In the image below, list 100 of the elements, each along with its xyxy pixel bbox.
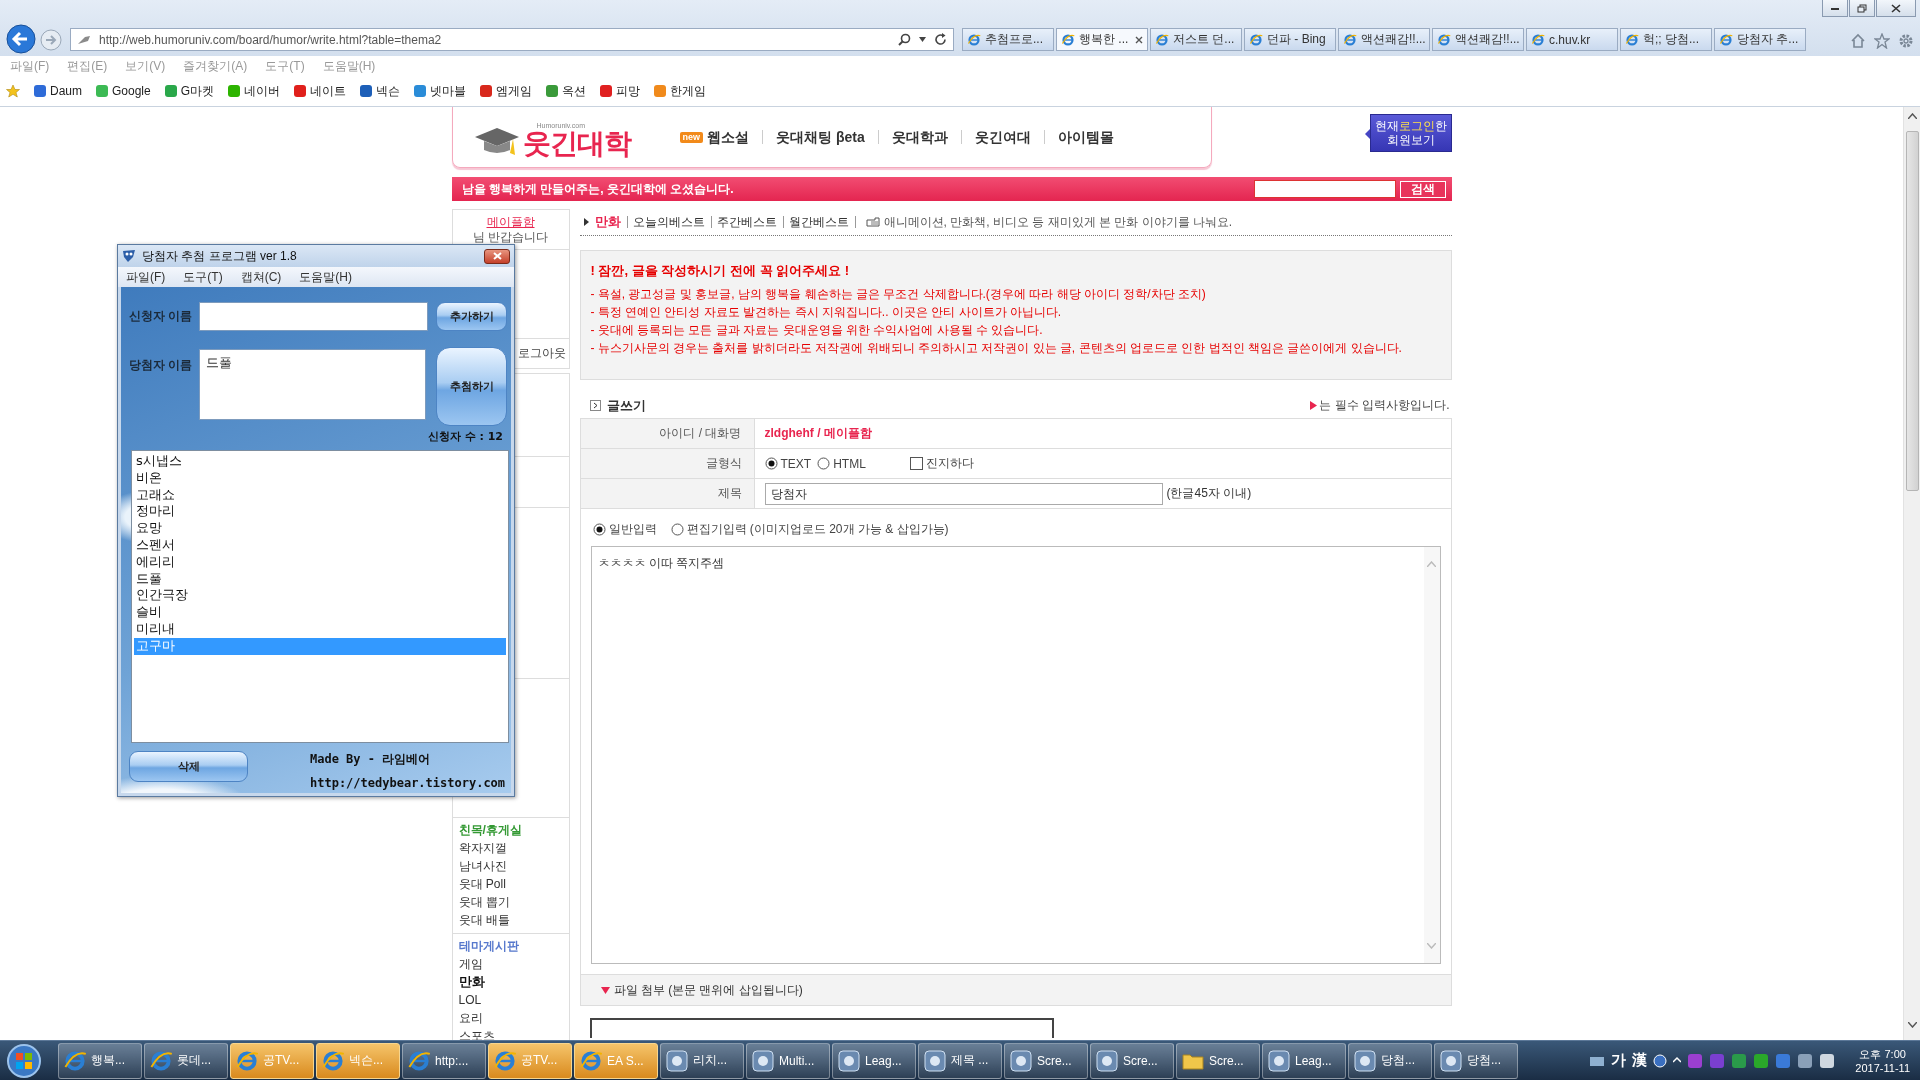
list-item[interactable]: 미리내 [134, 620, 506, 638]
browser-tab[interactable]: 행복한 ... [1056, 28, 1148, 51]
applicant-name-field[interactable] [199, 302, 429, 331]
nav-link[interactable]: new 웹소설 [666, 130, 762, 144]
nav-link[interactable]: 웃대학과 [877, 130, 961, 144]
browser-tab[interactable]: 저스트 던... [1150, 28, 1242, 51]
radio-button[interactable] [817, 457, 831, 470]
taskbar-button[interactable]: Scre... [1004, 1042, 1088, 1079]
tray-icon[interactable] [1819, 1052, 1836, 1069]
taskbar-button[interactable]: 행복... [58, 1042, 142, 1079]
taskbar-button[interactable]: Leag... [1262, 1042, 1346, 1079]
list-item[interactable]: 슬비 [134, 604, 506, 621]
taskbar-button[interactable]: http:... [402, 1042, 486, 1079]
favorite-link[interactable]: G마켓 [164, 82, 215, 100]
settings-icon[interactable] [1898, 33, 1914, 49]
scroll-up-icon[interactable] [1907, 113, 1917, 119]
dropdown-icon[interactable] [919, 37, 926, 42]
list-item[interactable]: 인간극장 [134, 587, 506, 605]
tray-icon[interactable] [1753, 1052, 1770, 1069]
list-item[interactable]: 드풀 [134, 570, 506, 588]
winner-name-field[interactable]: 드풀 [199, 349, 427, 420]
list-item[interactable]: 요망 [134, 520, 506, 537]
applicant-list[interactable]: s시냅스 비온 고래쇼 정마리 요망 스펜서 에리리 드풀 인간극장 슬비 미리내 고구마 [131, 450, 509, 743]
home-icon[interactable] [1850, 33, 1866, 49]
best-link[interactable]: 월간베스트 [782, 216, 849, 228]
sidebar-link[interactable]: 웃대 뽑기 [458, 893, 569, 911]
favorites-star-icon[interactable] [6, 84, 20, 98]
favorite-link[interactable]: 넷마블 [414, 82, 467, 100]
favorite-link[interactable]: Google [96, 84, 151, 98]
title-field[interactable]: 당첨자 [764, 482, 1163, 505]
search-icon[interactable] [898, 33, 911, 46]
menu-item[interactable]: 도움말(H) [299, 268, 352, 286]
sidebar-link[interactable]: LOL [458, 991, 569, 1009]
sidebar-link[interactable]: 스포츠 [458, 1027, 569, 1040]
file-field[interactable] [589, 1018, 1054, 1038]
radio-button[interactable] [592, 523, 606, 536]
favorite-link[interactable]: 옥션 [546, 82, 587, 100]
add-button[interactable]: 추가하기 [436, 302, 507, 331]
tray-icon[interactable] [1797, 1052, 1814, 1069]
close-button[interactable] [484, 248, 510, 264]
list-item[interactable]: 고래쇼 [134, 486, 506, 504]
site-logo[interactable]: 웃긴대학 [522, 129, 631, 159]
logout-link[interactable]: 로그아웃 [517, 345, 566, 362]
author-link[interactable]: http://tedybear.tistory.com [310, 776, 506, 790]
back-button[interactable] [6, 24, 36, 54]
taskbar-button[interactable]: 당첨... [1348, 1042, 1432, 1079]
sidebar-link[interactable]: 남녀사진 [458, 857, 569, 875]
favorite-link[interactable]: 피망 [600, 82, 641, 100]
list-item[interactable]: 비온 [134, 469, 506, 487]
list-item[interactable]: 정마리 [134, 503, 506, 521]
browser-tab[interactable]: 헉;; 당첨... [1620, 28, 1712, 51]
scroll-down-icon[interactable] [1907, 1022, 1917, 1028]
nav-link[interactable]: 웃긴여대 [960, 130, 1044, 144]
list-item[interactable]: 스펜서 [134, 537, 506, 554]
sidebar-link[interactable]: 만화 [458, 973, 569, 991]
browser-tab[interactable]: 당첨자 추... [1714, 28, 1806, 51]
sidebar-link[interactable]: 게임 [458, 955, 569, 973]
browser-tab[interactable]: 던파 - Bing [1244, 28, 1336, 51]
menu-item[interactable]: 파일(F) [126, 268, 166, 286]
best-link[interactable]: 오늘의베스트 [626, 216, 705, 228]
browser-tab[interactable]: c.huv.kr [1526, 28, 1618, 51]
close-icon[interactable] [1135, 35, 1143, 44]
favorite-link[interactable]: 네이트 [294, 82, 347, 100]
close-button[interactable] [1876, 0, 1916, 17]
minimize-button[interactable] [1822, 0, 1848, 17]
sidebar-link[interactable]: 왁자지껄 [458, 839, 569, 857]
list-item[interactable]: 에리리 [134, 553, 506, 571]
star-icon[interactable] [1874, 33, 1890, 49]
browser-tab[interactable]: 액션쾌감!!... [1432, 28, 1524, 51]
menu-item[interactable]: 캡쳐(C) [240, 268, 282, 286]
input-method-button[interactable]: 漢 [1632, 1051, 1648, 1070]
taskbar-button[interactable]: 당첨... [1434, 1042, 1518, 1079]
favorite-link[interactable]: 넥슨 [360, 82, 401, 100]
draw-button[interactable]: 추첨하기 [436, 347, 507, 426]
taskbar-button[interactable]: 제목 ... [918, 1042, 1002, 1079]
start-button[interactable] [4, 1041, 44, 1080]
browser-tab[interactable]: 액션쾌감!!... [1338, 28, 1430, 51]
radio-button[interactable] [764, 457, 778, 470]
list-item[interactable]: s시냅스 [134, 453, 506, 470]
scrollbar-thumb[interactable] [1905, 131, 1919, 491]
taskbar-button[interactable]: Multi... [746, 1042, 830, 1079]
best-link[interactable]: 주간베스트 [710, 216, 777, 228]
search-button[interactable]: 검색 [1399, 180, 1446, 198]
menu-item[interactable]: 도구(T) [183, 268, 223, 286]
favorite-link[interactable]: Daum [34, 84, 82, 98]
delete-button[interactable]: 삭제 [129, 751, 248, 782]
taskbar-button[interactable]: Scre... [1090, 1042, 1174, 1079]
sidebar-link[interactable]: 요리 [458, 1009, 569, 1027]
sidebar-link[interactable]: 웃대 Poll [458, 875, 569, 893]
radio-button[interactable] [670, 523, 684, 536]
checkbox[interactable] [909, 457, 923, 470]
search-field[interactable] [1253, 180, 1396, 198]
input-method-button[interactable]: 가 [1611, 1051, 1627, 1070]
taskbar-button[interactable]: 리치... [660, 1042, 744, 1079]
address-bar[interactable]: http://web.humoruniv.com/board/humor/write.html?table=thema2 [70, 28, 954, 51]
sidebar-link[interactable]: 웃대 배틀 [458, 911, 569, 929]
favorite-link[interactable]: 네이버 [228, 82, 281, 100]
favorite-link[interactable]: 엠게임 [480, 82, 533, 100]
clock[interactable]: 오후 7:00 2017-11-11 [1855, 1046, 1910, 1075]
nav-link[interactable]: 아이템몰 [1043, 130, 1127, 144]
